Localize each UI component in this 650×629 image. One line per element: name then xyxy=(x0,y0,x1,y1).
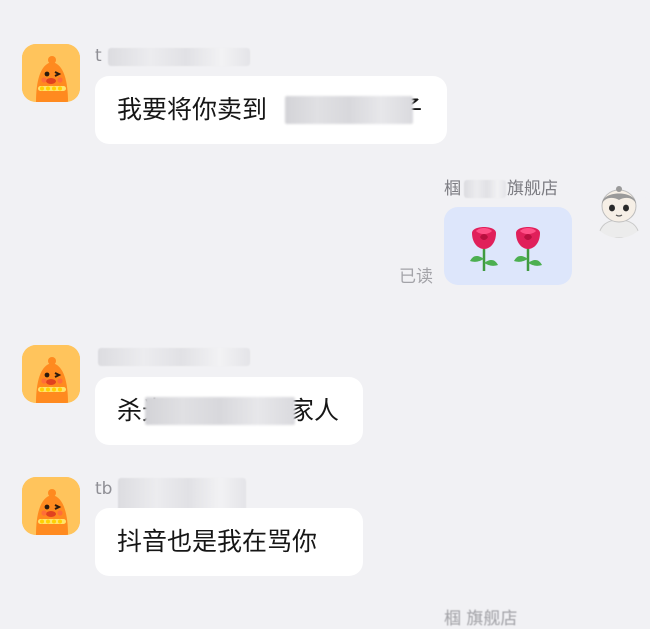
sender-avatar[interactable] xyxy=(22,345,80,403)
redacted-sender-name xyxy=(118,478,246,512)
sender-name: tb xyxy=(95,479,113,499)
shop-name-suffix: 旗舰店 xyxy=(507,179,558,199)
chat-message-list[interactable]: t 我要将你卖到子 椢旗舰店 xyxy=(0,0,650,629)
message-text: 我要将你卖到 xyxy=(117,95,268,124)
message-bubble[interactable]: 抖音也是我在骂你 xyxy=(95,508,363,576)
orange-duck-mascot-avatar-icon xyxy=(22,477,80,535)
cartoon-boy-avatar-icon xyxy=(590,180,648,238)
redacted-text xyxy=(285,96,413,124)
redacted-shop-name xyxy=(464,180,506,198)
emoji-message-bubble[interactable] xyxy=(444,207,572,285)
orange-duck-mascot-avatar-icon xyxy=(22,44,80,102)
rose-emoji-icon xyxy=(470,227,498,271)
redacted-sender-name xyxy=(108,48,250,66)
orange-duck-mascot-avatar-icon xyxy=(22,345,80,403)
sender-name: t xyxy=(95,46,102,66)
message-text: 抖音也是我在骂你 xyxy=(117,527,318,556)
redacted-sender-name xyxy=(98,348,250,366)
rose-emoji-icon xyxy=(514,227,542,271)
message-text-end: 家人 xyxy=(289,396,340,425)
read-status: 已读 xyxy=(399,267,433,287)
sender-avatar[interactable] xyxy=(22,477,80,535)
redacted-text xyxy=(145,397,295,425)
my-avatar[interactable] xyxy=(590,180,648,238)
sender-avatar[interactable] xyxy=(22,44,80,102)
next-sender-name-peek: 椢 旗舰店 xyxy=(444,609,518,629)
shop-name-prefix: 椢 xyxy=(444,179,461,199)
